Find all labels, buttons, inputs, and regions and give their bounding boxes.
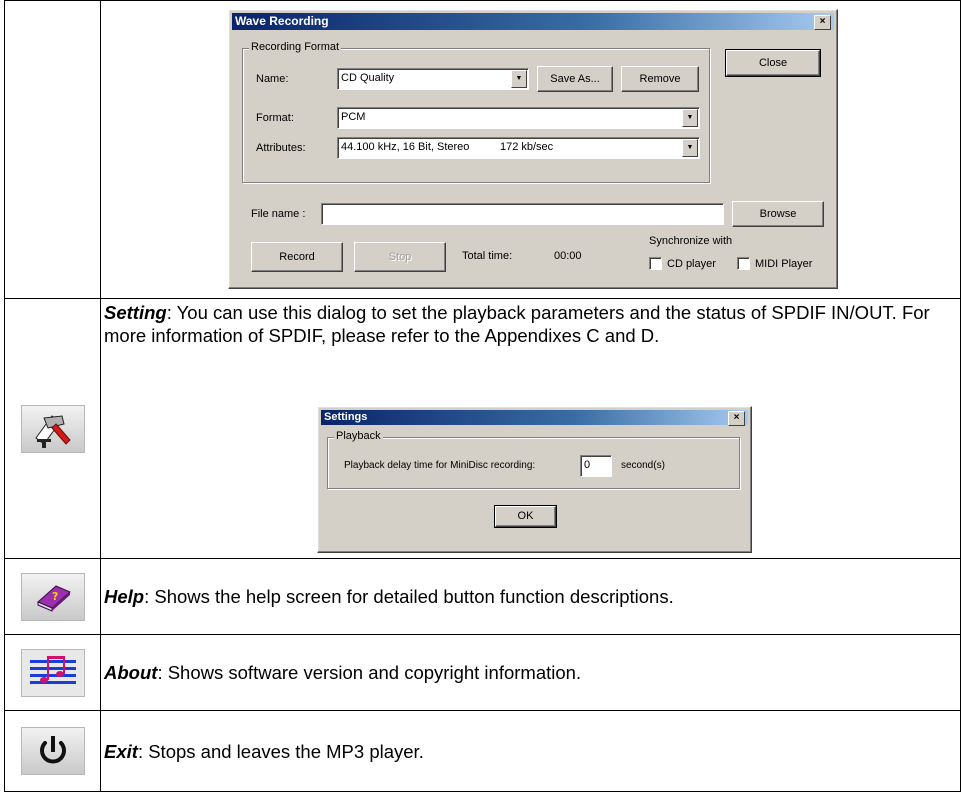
power-icon xyxy=(20,727,85,775)
name-label: Name: xyxy=(256,73,289,85)
browse-button[interactable]: Browse xyxy=(732,201,824,227)
format-dropdown[interactable]: PCM ▼ xyxy=(337,107,700,129)
exit-text: : Stops and leaves the MP3 player. xyxy=(137,740,424,762)
total-time-value: 00:00 xyxy=(554,250,582,262)
about-row: About: Shows software version and copyri… xyxy=(4,634,961,711)
close-button[interactable]: Close xyxy=(725,49,821,77)
ok-button[interactable]: OK xyxy=(494,505,557,528)
midi-player-checkbox[interactable] xyxy=(737,257,750,270)
dialog-title: Wave Recording xyxy=(235,14,329,28)
format-label: Format: xyxy=(256,112,294,124)
midi-player-label: MIDI Player xyxy=(755,258,813,270)
setting-term: Setting xyxy=(104,302,167,323)
remove-button[interactable]: Remove xyxy=(621,66,699,92)
delay-input[interactable]: 0 xyxy=(580,455,612,477)
attributes-value: 44.100 kHz, 16 Bit, Stereo 172 kb/sec xyxy=(341,141,554,153)
about-icon-cell xyxy=(4,634,101,711)
exit-icon-cell xyxy=(4,710,101,792)
file-name-input[interactable] xyxy=(321,203,724,225)
exit-row: Exit: Stops and leaves the MP3 player. xyxy=(4,710,961,792)
chevron-down-icon[interactable]: ▼ xyxy=(511,70,527,88)
hammer-icon xyxy=(20,404,85,453)
exit-term: Exit xyxy=(104,740,138,762)
help-term: Help xyxy=(104,586,145,607)
close-icon[interactable]: × xyxy=(728,411,745,426)
save-as-button[interactable]: Save As... xyxy=(537,66,613,92)
music-staff-icon xyxy=(20,648,85,697)
about-text: : Shows software version and copyright i… xyxy=(157,662,582,683)
wave-recording-titlebar: Wave Recording × xyxy=(232,13,834,30)
recording-format-label: Recording Format xyxy=(249,41,342,53)
svg-text:?: ? xyxy=(52,590,58,603)
close-icon[interactable]: × xyxy=(814,15,831,30)
cd-player-checkbox[interactable] xyxy=(649,257,662,270)
name-value: CD Quality xyxy=(341,72,395,84)
setting-text: : You can use this dialog to set the pla… xyxy=(104,302,930,346)
about-text-cell: About: Shows software version and copyri… xyxy=(100,634,961,711)
seconds-label: second(s) xyxy=(621,460,665,471)
setting-icon-cell xyxy=(4,298,101,559)
settings-titlebar: Settings × xyxy=(321,410,748,426)
attributes-label: Attributes: xyxy=(256,142,306,154)
format-value: PCM xyxy=(341,111,366,123)
chevron-down-icon[interactable]: ▼ xyxy=(682,139,698,157)
settings-dialog: Settings × Playback Playback delay time … xyxy=(317,406,752,553)
empty-icon-cell xyxy=(4,0,101,299)
playback-group-label: Playback xyxy=(334,430,383,442)
cd-player-label: CD player xyxy=(667,258,716,270)
about-term: About xyxy=(104,662,158,683)
delay-label: Playback delay time for MiniDisc recordi… xyxy=(344,460,536,471)
help-row: ? Help: Shows the help screen for detail… xyxy=(4,558,961,635)
help-text-cell: Help: Shows the help screen for detailed… xyxy=(100,558,961,635)
attributes-dropdown[interactable]: 44.100 kHz, 16 Bit, Stereo 172 kb/sec ▼ xyxy=(337,137,700,159)
setting-description: Setting: You can use this dialog to set … xyxy=(104,299,960,347)
synchronize-label: Synchronize with xyxy=(649,235,733,247)
help-text: : Shows the help screen for detailed but… xyxy=(144,586,674,607)
help-book-icon: ? xyxy=(20,572,85,621)
wave-recording-dialog: Wave Recording × Recording Format Name: … xyxy=(228,9,838,289)
chevron-down-icon[interactable]: ▼ xyxy=(682,109,698,127)
record-button[interactable]: Record xyxy=(251,242,343,272)
exit-text-cell: Exit: Stops and leaves the MP3 player. xyxy=(100,710,961,792)
settings-title: Settings xyxy=(324,411,368,423)
stop-button[interactable]: Stop xyxy=(354,242,446,272)
help-icon-cell: ? xyxy=(4,558,101,635)
total-time-label: Total time: xyxy=(462,250,513,262)
name-dropdown[interactable]: CD Quality ▼ xyxy=(337,68,529,90)
file-name-label: File name : xyxy=(251,208,306,220)
